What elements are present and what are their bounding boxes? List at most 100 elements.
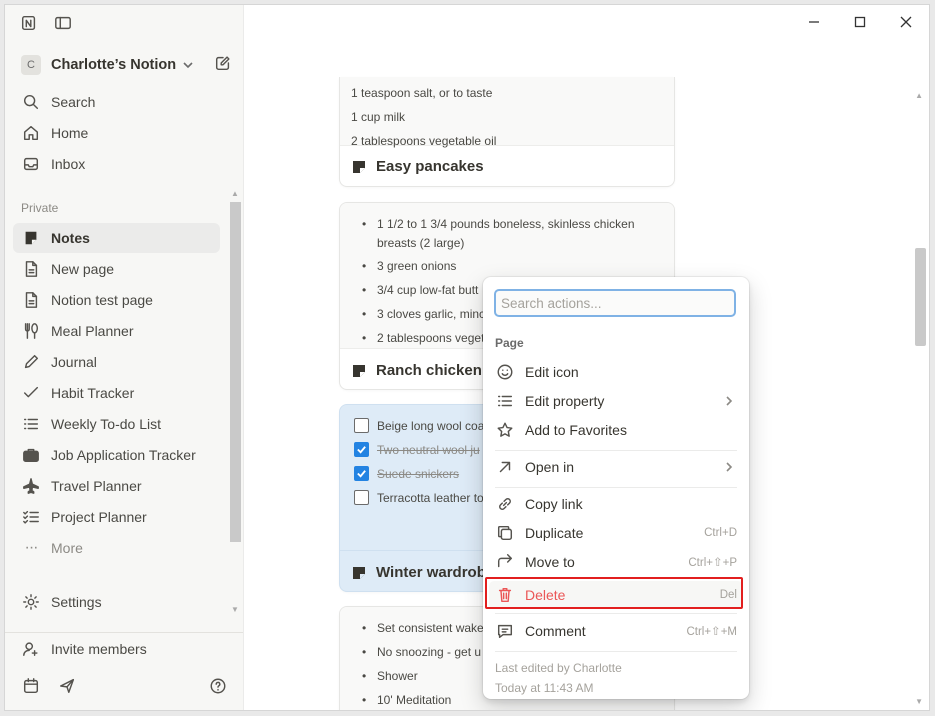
chevron-down-icon [182, 58, 196, 72]
sidebar-item-label: Project Planner [51, 509, 147, 525]
sidebar-item-label: Search [51, 94, 96, 110]
card-preview-bullet: Set consistent wake [362, 619, 484, 637]
sidebar-item-label: Settings [51, 594, 102, 610]
sidebar-scrollbar[interactable] [230, 202, 241, 542]
maximize-button[interactable] [837, 5, 883, 39]
briefcase-icon [21, 445, 41, 465]
workspace-switcher[interactable]: C Charlotte’s Notion [21, 53, 233, 77]
todo-text: Suede snickers [377, 466, 460, 481]
check-icon [357, 446, 366, 454]
sidebar-item-new-page[interactable]: New page [13, 254, 220, 284]
sidebar-toggle-icon[interactable] [53, 13, 73, 33]
card-title-text: Winter wardrob [376, 564, 486, 581]
menu-item-label: Open in [525, 459, 575, 475]
note-icon [352, 566, 366, 580]
menu-item-open-in[interactable]: Open in [489, 453, 743, 481]
checkbox-checked[interactable] [354, 442, 369, 457]
menu-divider [495, 651, 737, 652]
notion-window: C Charlotte’s Notion Search Home Inbox P… [4, 4, 930, 711]
chevron-right-icon [723, 394, 735, 410]
sidebar-item-journal[interactable]: Journal [13, 347, 220, 377]
card-preview-bullet: 10' Meditation [362, 691, 451, 709]
sidebar-item-travel-planner[interactable]: Travel Planner [13, 471, 220, 501]
workspace-avatar: C [21, 55, 41, 75]
sidebar-item-more[interactable]: ··· More [13, 533, 220, 563]
help-icon[interactable] [208, 676, 228, 696]
minimize-icon [809, 21, 819, 23]
sidebar-item-home[interactable]: Home [13, 118, 220, 148]
checklist-icon [21, 507, 41, 527]
todo-item[interactable]: Two neutral wool ju [354, 442, 480, 457]
sidebar-item-job-application-tracker[interactable]: Job Application Tracker [13, 440, 220, 470]
menu-item-delete[interactable]: Delete Del [489, 581, 743, 609]
invite-members-button[interactable]: Invite members [13, 634, 220, 664]
menu-item-label: Move to [525, 554, 575, 570]
todo-item[interactable]: Beige long wool coa [354, 418, 484, 433]
card-preview-bullet: 2 tablespoons veget [362, 329, 484, 347]
checkbox-checked[interactable] [354, 466, 369, 481]
menu-item-copy-link[interactable]: Copy link [489, 490, 743, 518]
checkbox[interactable] [354, 490, 369, 505]
sidebar-item-project-planner[interactable]: Project Planner [13, 502, 220, 532]
maximize-icon [854, 16, 866, 28]
sidebar-item-label: Journal [51, 354, 97, 370]
pencil-icon [21, 352, 41, 372]
move-arrow-icon [495, 552, 515, 572]
search-actions-input[interactable] [494, 289, 736, 317]
menu-divider [495, 613, 737, 614]
sidebar-item-weekly-todo[interactable]: Weekly To-do List [13, 409, 220, 439]
sidebar-scroll-up-icon[interactable]: ▲ [231, 189, 239, 198]
notion-logo-icon[interactable] [19, 13, 39, 33]
sidebar-item-settings[interactable]: Settings [13, 587, 220, 617]
sidebar-scroll-down-icon[interactable]: ▼ [231, 605, 239, 614]
home-icon [21, 123, 41, 143]
card-title: Winter wardrob [352, 564, 486, 581]
main-scroll-up-icon[interactable]: ▲ [915, 91, 923, 100]
calendar-icon[interactable] [21, 676, 41, 696]
menu-item-shortcut: Ctrl+⇧+P [688, 557, 737, 569]
menu-item-comment[interactable]: Comment Ctrl+⇧+M [489, 617, 743, 645]
sidebar-divider [5, 632, 243, 633]
gallery-card[interactable]: 1 teaspoon salt, or to taste 1 cup milk … [339, 77, 675, 187]
sidebar-item-label: Travel Planner [51, 478, 142, 494]
sidebar-item-search[interactable]: Search [13, 87, 220, 117]
menu-item-duplicate[interactable]: Duplicate Ctrl+D [489, 519, 743, 547]
sidebar-item-notion-test-page[interactable]: Notion test page [13, 285, 220, 315]
menu-divider [495, 450, 737, 451]
main-scroll-down-icon[interactable]: ▼ [915, 697, 923, 706]
add-user-icon [21, 639, 41, 659]
send-icon[interactable] [57, 676, 77, 696]
sidebar-item-label: Notes [51, 230, 90, 246]
todo-item[interactable]: Terracotta leather to [354, 490, 484, 505]
todo-item[interactable]: Suede snickers [354, 466, 459, 481]
menu-item-label: Comment [525, 623, 586, 639]
menu-item-shortcut: Ctrl+D [704, 527, 737, 539]
main-scrollbar[interactable] [915, 248, 926, 346]
last-edited-by: Last edited by Charlotte [495, 661, 622, 675]
menu-item-edit-icon[interactable]: Edit icon [489, 358, 743, 386]
sidebar-item-inbox[interactable]: Inbox [13, 149, 220, 179]
sidebar-item-label: More [51, 540, 83, 556]
card-title: Ranch chicken b [352, 362, 495, 379]
comment-icon [495, 621, 515, 641]
close-button[interactable] [883, 5, 929, 39]
minimize-button[interactable] [791, 5, 837, 39]
star-icon [495, 420, 515, 440]
menu-item-add-to-favorites[interactable]: Add to Favorites [489, 416, 743, 444]
arrow-up-right-icon [495, 457, 515, 477]
new-page-compose-icon[interactable] [213, 53, 233, 73]
sidebar-item-notes[interactable]: Notes [13, 223, 220, 253]
sidebar-item-meal-planner[interactable]: Meal Planner [13, 316, 220, 346]
link-icon [495, 494, 515, 514]
sidebar-item-label: Invite members [51, 641, 147, 657]
list-icon [495, 391, 515, 411]
menu-group-label: Page [495, 336, 524, 350]
note-icon [21, 228, 41, 248]
duplicate-icon [495, 523, 515, 543]
sidebar-item-habit-tracker[interactable]: Habit Tracker [13, 378, 220, 408]
menu-item-move-to[interactable]: Move to Ctrl+⇧+P [489, 548, 743, 576]
checkbox[interactable] [354, 418, 369, 433]
menu-item-shortcut: Del [719, 589, 737, 601]
airplane-icon [21, 476, 41, 496]
menu-item-edit-property[interactable]: Edit property [489, 387, 743, 415]
